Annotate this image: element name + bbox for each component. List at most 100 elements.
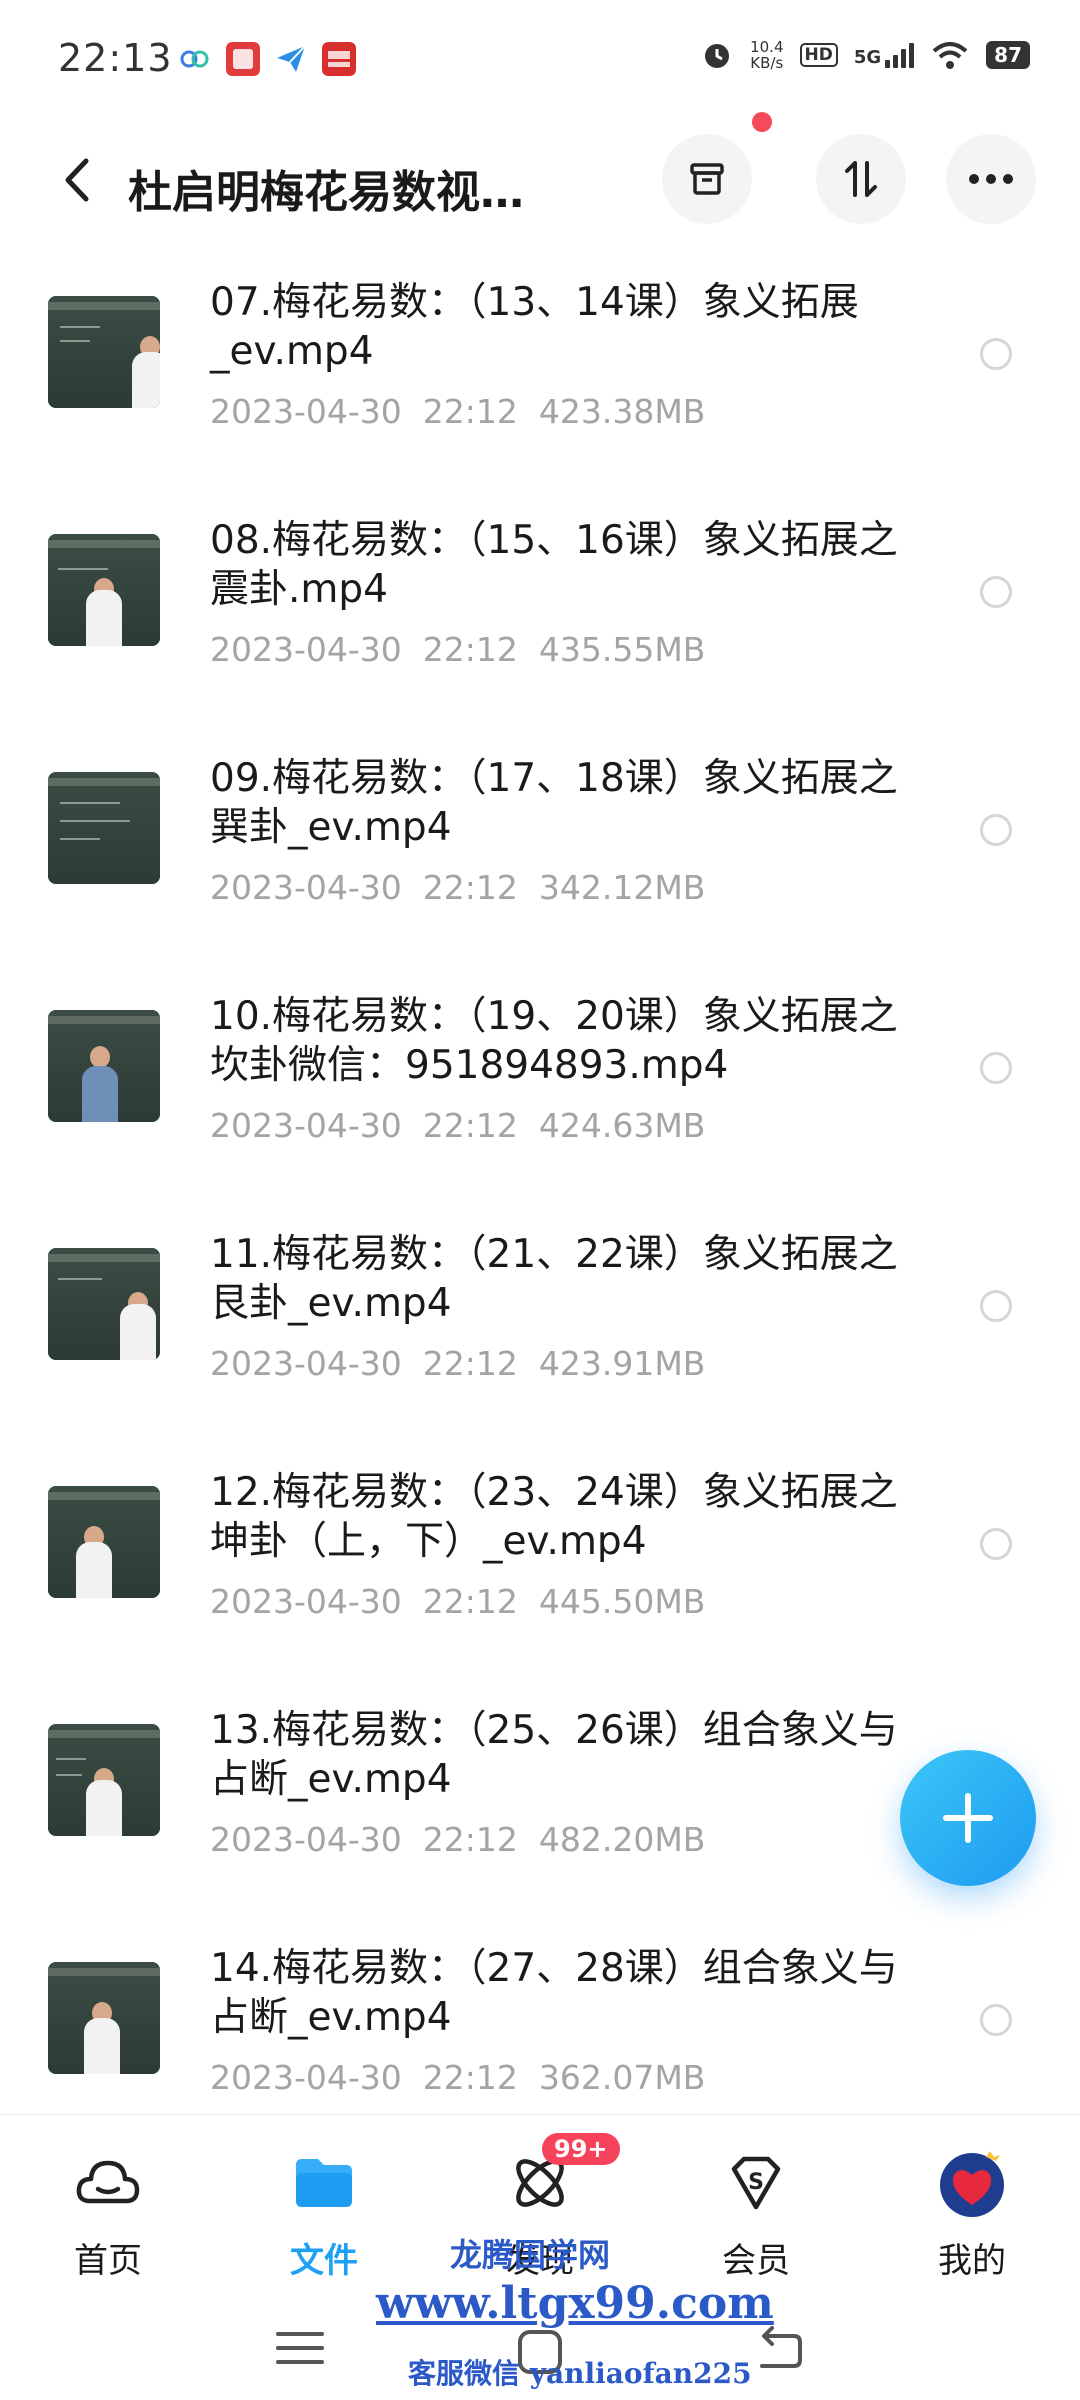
send-app-icon (277, 45, 306, 72)
select-radio[interactable] (980, 1528, 1012, 1560)
file-meta: 2023-04-30 22:12 423.91MB (210, 1344, 705, 1383)
file-date: 2023-04-30 (210, 1106, 402, 1145)
red-app-icon (226, 42, 260, 76)
file-name: 07.梅花易数：（13、14课）象义拓展_ev.mp4 (210, 280, 859, 374)
plus-icon (943, 1793, 993, 1843)
nav-files-label: 文件 (290, 2241, 358, 2281)
file-name: 08.梅花易数：（15、16课）象义拓展之震卦.mp4 (210, 518, 898, 612)
discover-badge: 99+ (542, 2133, 620, 2165)
status-indicators: 10.4 KB/s HD 5G 87 (700, 38, 1030, 72)
nav-mine-label: 我的 (938, 2241, 1006, 2281)
more-button[interactable] (946, 134, 1036, 224)
file-name: 12.梅花易数：（23、24课）象义拓展之坤卦（上，下）_ev.mp4 (210, 1470, 898, 1564)
video-thumbnail (48, 1010, 160, 1122)
file-meta: 2023-04-30 22:12 424.63MB (210, 1106, 705, 1145)
network-speed: 10.4 KB/s (750, 39, 783, 71)
file-size: 482.20MB (538, 1820, 706, 1859)
nav-home[interactable]: 首页 (28, 2147, 188, 2282)
page-title: 杜启明梅花易数视… (128, 167, 524, 218)
speed-unit: KB/s (750, 54, 784, 72)
file-size: 423.91MB (538, 1344, 706, 1383)
video-thumbnail (48, 772, 160, 884)
file-date: 2023-04-30 (210, 868, 402, 907)
select-radio[interactable] (980, 2004, 1012, 2036)
hd-badge: HD (799, 43, 838, 67)
notification-icons (178, 42, 356, 76)
file-name: 09.梅花易数：（17、18课）象义拓展之巽卦_ev.mp4 (210, 756, 898, 850)
add-button[interactable] (900, 1750, 1036, 1886)
status-time: 22:13 (58, 36, 173, 80)
video-thumbnail (48, 1486, 160, 1598)
sort-button[interactable] (816, 134, 906, 224)
back-button[interactable] (52, 150, 102, 210)
watermark-url: www.ltgx99.com (376, 2278, 774, 2329)
header-bar: 杜启明梅花易数视… (0, 120, 1080, 240)
cloud-app-icon (180, 50, 209, 68)
nav-member-label: 会员 (722, 2241, 790, 2281)
video-thumbnail (48, 296, 160, 408)
sort-icon (845, 161, 877, 197)
atom-icon: 99+ (504, 2133, 620, 2219)
nav-member[interactable]: S 会员 (676, 2147, 836, 2282)
file-size: 342.12MB (538, 868, 706, 907)
watermark-contact: 客服微信 yanliaofan225 (408, 2357, 752, 2390)
file-meta: 2023-04-30 22:12 362.07MB (210, 2058, 705, 2097)
list-item[interactable]: 12.梅花易数：（23、24课）象义拓展之坤卦（上，下）_ev.mp4 2023… (0, 1448, 1080, 1686)
nav-mine[interactable]: 我的 (892, 2147, 1052, 2282)
file-date: 2023-04-30 (210, 1582, 402, 1621)
file-size: 445.50MB (538, 1582, 706, 1621)
wifi-icon (932, 42, 968, 69)
battery-indicator: 87 (986, 41, 1030, 69)
archive-button[interactable] (662, 134, 752, 224)
list-item[interactable]: 11.梅花易数：（21、22课）象义拓展之艮卦_ev.mp4 2023-04-3… (0, 1210, 1080, 1448)
menu-icon[interactable] (274, 2326, 326, 2370)
file-meta: 2023-04-30 22:12 423.38MB (210, 392, 705, 431)
file-date: 2023-04-30 (210, 392, 402, 431)
list-item[interactable]: 07.梅花易数：（13、14课）象义拓展_ev.mp4 2023-04-30 2… (0, 258, 1080, 496)
file-time: 22:12 (422, 1820, 518, 1859)
file-list: 07.梅花易数：（13、14课）象义拓展_ev.mp4 2023-04-30 2… (0, 258, 1080, 2162)
file-date: 2023-04-30 (210, 1344, 402, 1383)
video-thumbnail (48, 1724, 160, 1836)
file-time: 22:12 (422, 1582, 518, 1621)
file-time: 22:12 (422, 630, 518, 669)
alarm-icon (705, 44, 730, 68)
select-radio[interactable] (980, 338, 1012, 370)
speed-value: 10.4 (750, 38, 784, 56)
select-radio[interactable] (980, 1290, 1012, 1322)
file-time: 22:12 (422, 1106, 518, 1145)
file-meta: 2023-04-30 22:12 342.12MB (210, 868, 705, 907)
file-time: 22:12 (422, 392, 518, 431)
select-radio[interactable] (980, 576, 1012, 608)
file-name: 13.梅花易数：（25、26课）组合象义与占断_ev.mp4 (210, 1708, 898, 1802)
folder-icon (288, 2147, 360, 2219)
select-radio[interactable] (980, 814, 1012, 846)
select-radio[interactable] (980, 1052, 1012, 1084)
file-date: 2023-04-30 (210, 630, 402, 669)
nav-home-label: 首页 (74, 2241, 142, 2281)
member-diamond-icon: S (720, 2147, 792, 2219)
file-meta: 2023-04-30 22:12 435.55MB (210, 630, 705, 669)
file-size: 435.55MB (538, 630, 706, 669)
archive-icon (690, 163, 724, 195)
home-cloud-icon (72, 2147, 144, 2219)
avatar (936, 2147, 1008, 2219)
status-bar: 22:13 10.4 KB/s HD 5G 87 (0, 0, 1080, 120)
signal-icon (885, 42, 915, 68)
back-arrow-icon (65, 158, 89, 202)
svg-text:S: S (748, 2170, 764, 2195)
video-thumbnail (48, 534, 160, 646)
file-date: 2023-04-30 (210, 1820, 402, 1859)
file-meta: 2023-04-30 22:12 482.20MB (210, 1820, 705, 1859)
file-name: 11.梅花易数：（21、22课）象义拓展之艮卦_ev.mp4 (210, 1232, 898, 1326)
file-size: 424.63MB (538, 1106, 706, 1145)
list-item[interactable]: 08.梅花易数：（15、16课）象义拓展之震卦.mp4 2023-04-30 2… (0, 496, 1080, 734)
file-time: 22:12 (422, 868, 518, 907)
nav-files[interactable]: 文件 (244, 2147, 404, 2282)
file-name: 10.梅花易数：（19、20课）象义拓展之坎卦微信：951894893.mp4 (210, 994, 898, 1088)
file-time: 22:12 (422, 1344, 518, 1383)
back-nav-icon[interactable] (752, 2326, 804, 2372)
list-item[interactable]: 10.梅花易数：（19、20课）象义拓展之坎卦微信：951894893.mp4 … (0, 972, 1080, 1210)
list-item[interactable]: 09.梅花易数：（17、18课）象义拓展之巽卦_ev.mp4 2023-04-3… (0, 734, 1080, 972)
notification-dot (752, 112, 772, 132)
